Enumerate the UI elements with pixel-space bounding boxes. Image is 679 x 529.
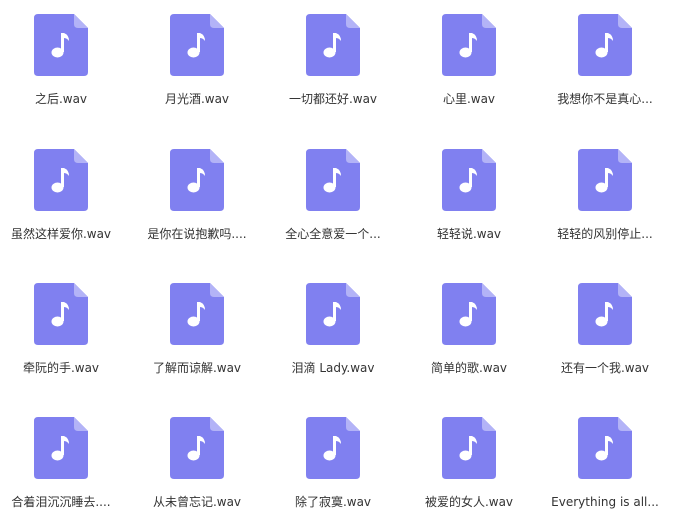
music-file-icon: [578, 417, 632, 479]
file-name-label: 全心全意爱一个...: [285, 227, 381, 241]
file-name-label: 月光酒.wav: [164, 92, 230, 106]
file-name-label: 合着泪沉沉睡去....: [11, 495, 111, 509]
file-item-4[interactable]: 心里.wav: [401, 0, 537, 135]
file-item-5[interactable]: 我想你不是真心...: [537, 0, 673, 135]
file-name-label: 虽然这样爱你.wav: [10, 227, 112, 241]
file-item-18[interactable]: 除了寂寞.wav: [265, 403, 401, 529]
file-name-label: 简单的歌.wav: [430, 361, 508, 375]
file-item-7[interactable]: 是你在说抱歉吗....: [129, 135, 265, 269]
music-file-icon: [578, 283, 632, 345]
file-name-label: 我想你不是真心...: [557, 92, 653, 106]
file-name-label: 还有一个我.wav: [560, 361, 650, 375]
music-file-icon: [34, 149, 88, 211]
file-item-1[interactable]: 之后.wav: [0, 0, 129, 135]
file-name-label: 除了寂寞.wav: [294, 495, 372, 509]
file-item-6[interactable]: 虽然这样爱你.wav: [0, 135, 129, 269]
file-item-16[interactable]: 合着泪沉沉睡去....: [0, 403, 129, 529]
music-file-icon: [306, 283, 360, 345]
music-file-icon: [442, 149, 496, 211]
file-item-2[interactable]: 月光酒.wav: [129, 0, 265, 135]
music-file-icon: [442, 283, 496, 345]
file-name-label: 轻轻说.wav: [436, 227, 502, 241]
file-item-3[interactable]: 一切都还好.wav: [265, 0, 401, 135]
music-file-icon: [170, 14, 224, 76]
file-item-12[interactable]: 了解而谅解.wav: [129, 269, 265, 403]
file-item-10[interactable]: 轻轻的风别停止...: [537, 135, 673, 269]
music-file-icon: [578, 14, 632, 76]
file-name-label: 之后.wav: [34, 92, 88, 106]
file-item-14[interactable]: 简单的歌.wav: [401, 269, 537, 403]
file-name-label: Everything is all...: [551, 495, 659, 509]
file-item-9[interactable]: 轻轻说.wav: [401, 135, 537, 269]
file-item-11[interactable]: 牵阮的手.wav: [0, 269, 129, 403]
file-name-label: 从未曾忘记.wav: [152, 495, 242, 509]
file-item-13[interactable]: 泪滴 Lady.wav: [265, 269, 401, 403]
music-file-icon: [170, 283, 224, 345]
music-file-icon: [170, 417, 224, 479]
music-file-icon: [34, 14, 88, 76]
music-file-icon: [306, 417, 360, 479]
file-item-17[interactable]: 从未曾忘记.wav: [129, 403, 265, 529]
music-file-icon: [306, 14, 360, 76]
music-file-icon: [442, 417, 496, 479]
file-name-label: 心里.wav: [442, 92, 496, 106]
file-name-label: 一切都还好.wav: [288, 92, 378, 106]
file-item-8[interactable]: 全心全意爱一个...: [265, 135, 401, 269]
file-grid: 之后.wav 月光酒.wav 一切都还好.wav 心里.wav 我想你不是真心.…: [0, 0, 672, 529]
file-name-label: 是你在说抱歉吗....: [147, 227, 247, 241]
file-name-label: 了解而谅解.wav: [152, 361, 242, 375]
file-item-19[interactable]: 被爱的女人.wav: [401, 403, 537, 529]
file-name-label: 牵阮的手.wav: [22, 361, 100, 375]
music-file-icon: [170, 149, 224, 211]
music-file-icon: [34, 283, 88, 345]
file-name-label: 被爱的女人.wav: [424, 495, 514, 509]
file-name-label: 轻轻的风别停止...: [557, 227, 653, 241]
music-file-icon: [306, 149, 360, 211]
file-item-20[interactable]: Everything is all...: [537, 403, 673, 529]
music-file-icon: [578, 149, 632, 211]
file-item-15[interactable]: 还有一个我.wav: [537, 269, 673, 403]
music-file-icon: [34, 417, 88, 479]
music-file-icon: [442, 14, 496, 76]
file-name-label: 泪滴 Lady.wav: [291, 361, 375, 375]
